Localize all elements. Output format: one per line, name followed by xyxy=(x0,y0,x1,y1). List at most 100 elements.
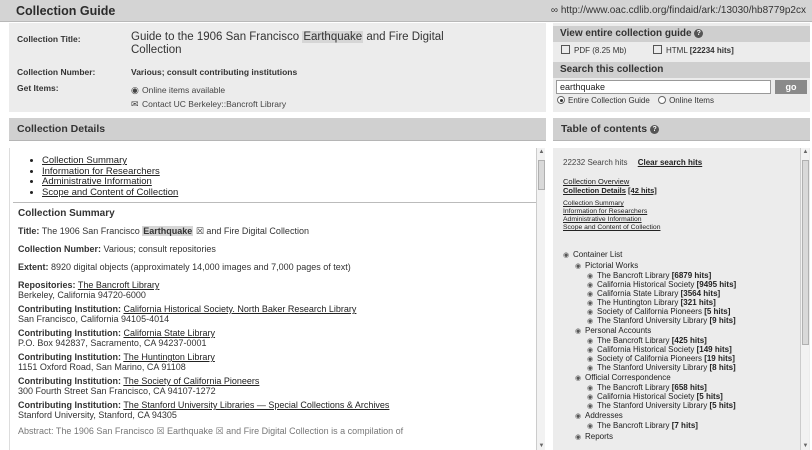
details-link[interactable]: Collection Details [42 hits] xyxy=(563,186,657,195)
item-hits: [19 hits] xyxy=(704,354,735,363)
item-hits: [8 hits] xyxy=(709,363,736,372)
help-icon[interactable]: ? xyxy=(694,29,704,38)
tree-item[interactable]: ◉ The Stanford University Library [8 hits… xyxy=(587,363,736,372)
collection-details-panel: Collection Summary Information for Resea… xyxy=(9,148,546,450)
item-label: California Historical Society xyxy=(597,392,695,401)
tree-item[interactable]: ◉ Society of California Pioneers [5 hits] xyxy=(587,307,730,316)
field-label: Contributing Institution: xyxy=(18,376,121,386)
contact-link[interactable]: ✉ Contact UC Berkeley::Bancroft Library xyxy=(131,99,286,110)
online-items-link[interactable]: ◉ Online items available xyxy=(131,85,225,96)
contributor-link[interactable]: California Historical Society. North Bak… xyxy=(123,304,356,314)
tree-group[interactable]: ◉ Addresses xyxy=(575,411,623,420)
hit-nav-icon[interactable]: ☒ xyxy=(196,226,204,236)
details-scrollbar[interactable]: ▲ ▼ xyxy=(536,148,545,450)
tree-item[interactable]: ◉ The Stanford University Library [9 hits… xyxy=(587,316,736,325)
radio-online-items[interactable]: Online Items xyxy=(658,96,714,105)
scroll-thumb[interactable] xyxy=(802,160,809,345)
group-label: Pictorial Works xyxy=(585,261,639,270)
tree-item[interactable]: ◉ California Historical Society [149 hits… xyxy=(587,345,732,354)
summary-extent-row: Extent: 8920 digital objects (approximat… xyxy=(18,262,351,272)
tree-item[interactable]: ◉ The Stanford University Library [5 hits… xyxy=(587,401,736,410)
contributor-link[interactable]: The Huntington Library xyxy=(123,352,215,362)
radio-online-label: Online Items xyxy=(669,96,714,105)
overview-link[interactable]: Collection Overview xyxy=(563,177,629,186)
tree-item[interactable]: ◉ California Historical Society [9495 hit… xyxy=(587,280,736,289)
scroll-down-icon[interactable]: ▼ xyxy=(801,443,810,449)
html-hits: [22234 hits] xyxy=(689,46,734,55)
summary-heading: Collection Summary xyxy=(18,208,115,219)
contributor-link[interactable]: California State Library xyxy=(123,328,215,338)
address-text: Berkeley, California 94720-6000 xyxy=(18,290,146,300)
address-text: 300 Fourth Street San Francisco, CA 9410… xyxy=(18,386,216,396)
scroll-up-icon[interactable]: ▲ xyxy=(801,149,810,155)
scroll-up-icon[interactable]: ▲ xyxy=(537,149,546,155)
page-title: Collection Guide xyxy=(16,4,116,18)
container-list-item[interactable]: ◉ Container List xyxy=(563,250,622,259)
scroll-down-icon[interactable]: ▼ xyxy=(537,443,546,449)
eye-icon: ◉ xyxy=(575,434,582,441)
search-input[interactable] xyxy=(556,80,771,94)
repository-row: Repositories: The Bancroft Library Berke… xyxy=(18,280,159,300)
repository-link[interactable]: The Bancroft Library xyxy=(78,280,160,290)
item-hits: [9495 hits] xyxy=(696,280,737,289)
eye-icon: ◉ xyxy=(587,394,594,401)
mail-icon: ✉ xyxy=(131,99,139,109)
contributor-link[interactable]: The Stanford University Libraries — Spec… xyxy=(123,400,389,410)
permalink-url[interactable]: ∞ http://www.oac.cdlib.org/findaid/ark:/… xyxy=(551,5,806,16)
field-label: Contributing Institution: xyxy=(18,328,121,338)
tree-item[interactable]: ◉ Society of California Pioneers [19 hits… xyxy=(587,354,735,363)
toc-scrollbar[interactable]: ▲ ▼ xyxy=(800,148,809,450)
collection-title-value: Guide to the 1906 San Francisco Earthqua… xyxy=(131,31,511,57)
tree-item[interactable]: ◉ California State Library [3564 hits] xyxy=(587,289,720,298)
tree-item[interactable]: ◉ The Bancroft Library [6879 hits] xyxy=(587,271,711,280)
field-text: and Fire Digital Collection xyxy=(206,226,309,236)
tree-item[interactable]: ◉ The Bancroft Library [425 hits] xyxy=(587,336,707,345)
go-button[interactable]: go xyxy=(775,80,807,94)
toc-sub-link[interactable]: Information for Researchers xyxy=(563,208,647,215)
toc-sub-link[interactable]: Scope and Content of Collection xyxy=(563,224,661,231)
clear-hits-link[interactable]: Clear search hits xyxy=(638,158,702,167)
item-hits: [425 hits] xyxy=(671,336,707,345)
tree-group[interactable]: ◉ Reports xyxy=(575,432,613,441)
pdf-download-link[interactable]: PDF (8.25 Mb) xyxy=(561,45,626,55)
list-item: Scope and Content of Collection xyxy=(42,187,178,199)
help-icon[interactable]: ? xyxy=(650,125,660,134)
eye-icon: ◉ xyxy=(587,309,594,316)
scroll-thumb[interactable] xyxy=(538,160,545,190)
tree-group[interactable]: ◉ Official Correspondence xyxy=(575,373,671,382)
toc-link[interactable]: Collection Summary xyxy=(42,155,127,166)
toc-sub-link[interactable]: Administrative Information xyxy=(563,216,642,223)
html-view-link[interactable]: HTML [22234 hits] xyxy=(653,45,734,55)
title-text-part: Collection xyxy=(131,44,182,56)
item-label: The Stanford University Library xyxy=(597,401,708,410)
tree-group[interactable]: ◉ Pictorial Works xyxy=(575,261,638,270)
item-label: The Bancroft Library xyxy=(597,271,670,280)
tree-item[interactable]: ◉ The Bancroft Library [658 hits] xyxy=(587,383,707,392)
toc-sub-link[interactable]: Collection Summary xyxy=(563,200,624,207)
eye-icon: ◉ xyxy=(587,403,594,410)
eye-icon: ◉ xyxy=(575,328,582,335)
address-text: San Francisco, California 94105-4014 xyxy=(18,314,170,324)
view-guide-heading-text: View entire collection guide xyxy=(560,28,692,39)
tree-item[interactable]: ◉ The Huntington Library [321 hits] xyxy=(587,298,716,307)
toc-link[interactable]: Scope and Content of Collection xyxy=(42,187,178,198)
eye-icon: ◉ xyxy=(587,347,594,354)
tree-group[interactable]: ◉ Personal Accounts xyxy=(575,326,651,335)
group-label: Official Correspondence xyxy=(585,373,671,382)
eye-icon: ◉ xyxy=(587,291,594,298)
item-hits: [5 hits] xyxy=(709,401,736,410)
item-hits: [9 hits] xyxy=(709,316,736,325)
item-label: California State Library xyxy=(597,289,679,298)
item-hits: [5 hits] xyxy=(696,392,723,401)
toc-link[interactable]: Administrative Information xyxy=(42,176,152,187)
address-text: 1151 Oxford Road, San Marino, CA 91108 xyxy=(18,362,186,372)
tree-item[interactable]: ◉ California Historical Society [5 hits] xyxy=(587,392,723,401)
collection-details-heading: Collection Details xyxy=(9,118,546,141)
eye-icon: ◉ xyxy=(587,318,594,325)
item-hits: [3564 hits] xyxy=(680,289,721,298)
field-label: Collection Number: xyxy=(18,244,102,254)
radio-entire-guide[interactable]: Entire Collection Guide xyxy=(557,96,650,105)
contributor-link[interactable]: The Society of California Pioneers xyxy=(123,376,259,386)
tree-item[interactable]: ◉ The Bancroft Library [7 hits] xyxy=(587,421,698,430)
toc-link[interactable]: Information for Researchers xyxy=(42,166,160,177)
